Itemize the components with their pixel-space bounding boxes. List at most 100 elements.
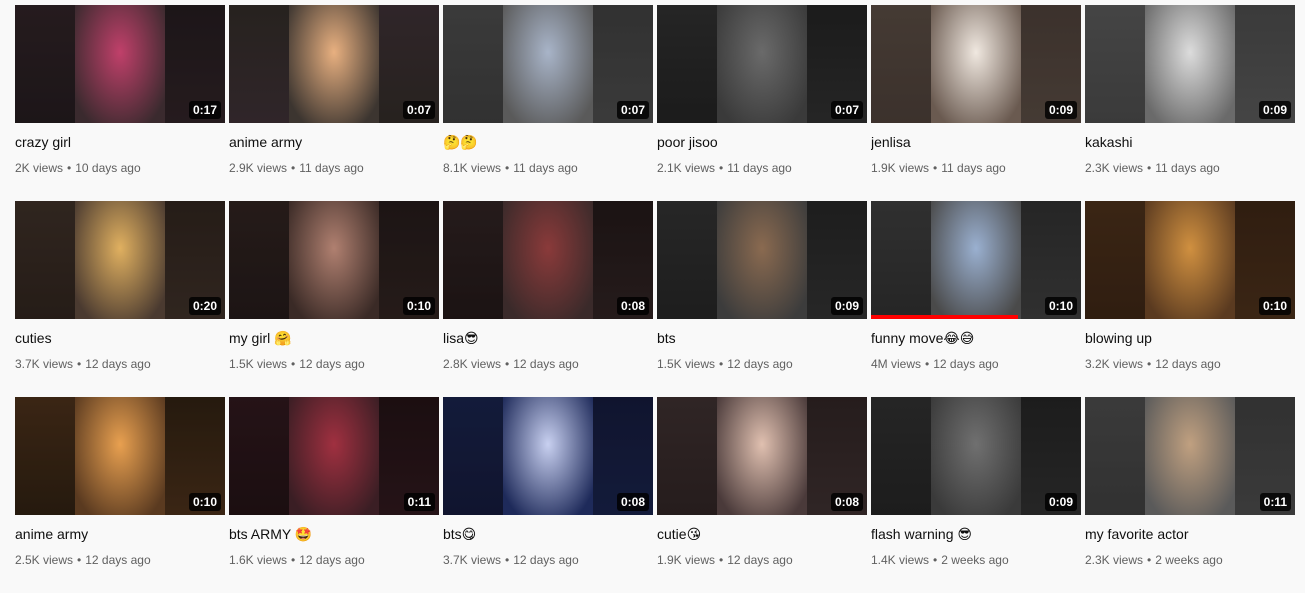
video-title[interactable]: bts😋 bbox=[443, 525, 653, 543]
video-card[interactable]: 0:09 kakashi 2.3K views • 11 days ago bbox=[1085, 5, 1295, 201]
video-title[interactable]: my favorite actor bbox=[1085, 525, 1295, 543]
video-title[interactable]: lisa😎 bbox=[443, 329, 653, 347]
upload-age: 12 days ago bbox=[933, 357, 999, 371]
upload-age: 11 days ago bbox=[727, 161, 792, 175]
duration-badge: 0:10 bbox=[1258, 297, 1291, 315]
video-meta: 1.4K views • 2 weeks ago bbox=[871, 552, 1081, 568]
video-thumbnail[interactable]: 0:10 bbox=[871, 201, 1081, 319]
thumbnail-shade-left bbox=[229, 5, 289, 123]
thumbnail-shade-left bbox=[1085, 397, 1145, 515]
thumbnail-frame bbox=[75, 397, 165, 515]
video-card[interactable]: 0:08 lisa😎 2.8K views • 12 days ago bbox=[443, 201, 653, 397]
meta-separator: • bbox=[933, 553, 938, 567]
thumbnail-frame bbox=[503, 397, 593, 515]
video-thumbnail[interactable]: 0:09 bbox=[871, 397, 1081, 515]
video-title[interactable]: blowing up bbox=[1085, 329, 1295, 347]
thumbnail-frame bbox=[503, 5, 593, 123]
thumbnail-frame bbox=[931, 5, 1021, 123]
video-title[interactable]: kakashi bbox=[1085, 133, 1295, 151]
view-count: 1.5K views bbox=[229, 357, 288, 371]
duration-badge: 0:07 bbox=[830, 101, 863, 119]
video-card[interactable]: 0:10 my girl 🤗 1.5K views • 12 days ago bbox=[229, 201, 439, 397]
view-count: 3.2K views bbox=[1085, 357, 1144, 371]
video-meta: 4M views • 12 days ago bbox=[871, 356, 1081, 372]
upload-age: 12 days ago bbox=[299, 357, 365, 371]
video-title[interactable]: bts ARMY 🤩 bbox=[229, 525, 439, 543]
thumbnail-frame bbox=[717, 5, 807, 123]
video-title[interactable]: bts bbox=[657, 329, 867, 347]
video-title[interactable]: 🤔🤔 bbox=[443, 133, 653, 151]
view-count: 2.9K views bbox=[229, 161, 288, 175]
video-card[interactable]: 0:17 crazy girl 2K views • 10 days ago bbox=[15, 5, 225, 201]
duration-badge: 0:08 bbox=[616, 493, 649, 511]
view-count: 3.7K views bbox=[443, 553, 502, 567]
video-card[interactable]: 0:07 poor jisoo 2.1K views • 11 days ago bbox=[657, 5, 867, 201]
video-meta: 8.1K views • 11 days ago bbox=[443, 160, 653, 176]
video-card[interactable]: 0:20 cuties 3.7K views • 12 days ago bbox=[15, 201, 225, 397]
duration-badge: 0:09 bbox=[1044, 101, 1077, 119]
watch-progress-bar bbox=[871, 315, 1018, 319]
video-thumbnail[interactable]: 0:20 bbox=[15, 201, 225, 319]
meta-separator: • bbox=[1147, 161, 1152, 175]
thumbnail-shade-left bbox=[15, 201, 75, 319]
meta-separator: • bbox=[505, 357, 510, 371]
thumbnail-shade-left bbox=[443, 201, 503, 319]
video-thumbnail[interactable]: 0:10 bbox=[1085, 201, 1295, 319]
thumbnail-shade-left bbox=[871, 397, 931, 515]
video-card[interactable]: 0:10 blowing up 3.2K views • 12 days ago bbox=[1085, 201, 1295, 397]
video-thumbnail[interactable]: 0:07 bbox=[657, 5, 867, 123]
video-card[interactable]: 0:08 cutie😘 1.9K views • 12 days ago bbox=[657, 397, 867, 593]
video-thumbnail[interactable]: 0:10 bbox=[15, 397, 225, 515]
video-meta: 2K views • 10 days ago bbox=[15, 160, 225, 176]
video-card[interactable]: 0:11 bts ARMY 🤩 1.6K views • 12 days ago bbox=[229, 397, 439, 593]
video-card[interactable]: 0:09 jenlisa 1.9K views • 11 days ago bbox=[871, 5, 1081, 201]
video-thumbnail[interactable]: 0:11 bbox=[1085, 397, 1295, 515]
thumbnail-frame bbox=[289, 201, 379, 319]
video-title[interactable]: flash warning 😎 bbox=[871, 525, 1081, 543]
video-thumbnail[interactable]: 0:08 bbox=[657, 397, 867, 515]
video-thumbnail[interactable]: 0:08 bbox=[443, 201, 653, 319]
video-thumbnail[interactable]: 0:07 bbox=[229, 5, 439, 123]
duration-badge: 0:20 bbox=[188, 297, 221, 315]
video-thumbnail[interactable]: 0:09 bbox=[1085, 5, 1295, 123]
video-title[interactable]: crazy girl bbox=[15, 133, 225, 151]
video-thumbnail[interactable]: 0:09 bbox=[871, 5, 1081, 123]
view-count: 1.4K views bbox=[871, 553, 930, 567]
video-card[interactable]: 0:11 my favorite actor 2.3K views • 2 weeks … bbox=[1085, 397, 1295, 593]
video-card[interactable]: 0:09 bts 1.5K views • 12 days ago bbox=[657, 201, 867, 397]
upload-age: 12 days ago bbox=[85, 553, 151, 567]
video-card[interactable]: 0:07 anime army 2.9K views • 11 days ago bbox=[229, 5, 439, 201]
video-thumbnail[interactable]: 0:17 bbox=[15, 5, 225, 123]
thumbnail-frame bbox=[75, 201, 165, 319]
video-card[interactable]: 0:08 bts😋 3.7K views • 12 days ago bbox=[443, 397, 653, 593]
view-count: 2.3K views bbox=[1085, 161, 1144, 175]
video-thumbnail[interactable]: 0:10 bbox=[229, 201, 439, 319]
video-title[interactable]: anime army bbox=[229, 133, 439, 151]
video-title[interactable]: my girl 🤗 bbox=[229, 329, 439, 347]
video-title[interactable]: funny move😂😅 bbox=[871, 329, 1081, 347]
thumbnail-frame bbox=[931, 397, 1021, 515]
video-card[interactable]: 0:10 anime army 2.5K views • 12 days ago bbox=[15, 397, 225, 593]
video-thumbnail[interactable]: 0:11 bbox=[229, 397, 439, 515]
video-title[interactable]: cuties bbox=[15, 329, 225, 347]
view-count: 2.1K views bbox=[657, 161, 716, 175]
upload-age: 10 days ago bbox=[75, 161, 141, 175]
meta-separator: • bbox=[1147, 357, 1152, 371]
video-title[interactable]: jenlisa bbox=[871, 133, 1081, 151]
video-thumbnail[interactable]: 0:08 bbox=[443, 397, 653, 515]
video-card[interactable]: 0:10 funny move😂😅 4M views • 12 days ago bbox=[871, 201, 1081, 397]
video-card[interactable]: 0:09 flash warning 😎 1.4K views • 2 weeks ag… bbox=[871, 397, 1081, 593]
upload-age: 12 days ago bbox=[727, 357, 793, 371]
video-card[interactable]: 0:07 🤔🤔 8.1K views • 11 days ago bbox=[443, 5, 653, 201]
view-count: 1.9K views bbox=[657, 553, 716, 567]
duration-badge: 0:08 bbox=[830, 493, 863, 511]
video-title[interactable]: anime army bbox=[15, 525, 225, 543]
meta-separator: • bbox=[505, 161, 510, 175]
video-thumbnail[interactable]: 0:07 bbox=[443, 5, 653, 123]
video-title[interactable]: poor jisoo bbox=[657, 133, 867, 151]
upload-age: 2 weeks ago bbox=[941, 553, 1009, 567]
video-title[interactable]: cutie😘 bbox=[657, 525, 867, 543]
video-meta: 1.5K views • 12 days ago bbox=[229, 356, 439, 372]
thumbnail-frame bbox=[1145, 397, 1235, 515]
video-thumbnail[interactable]: 0:09 bbox=[657, 201, 867, 319]
